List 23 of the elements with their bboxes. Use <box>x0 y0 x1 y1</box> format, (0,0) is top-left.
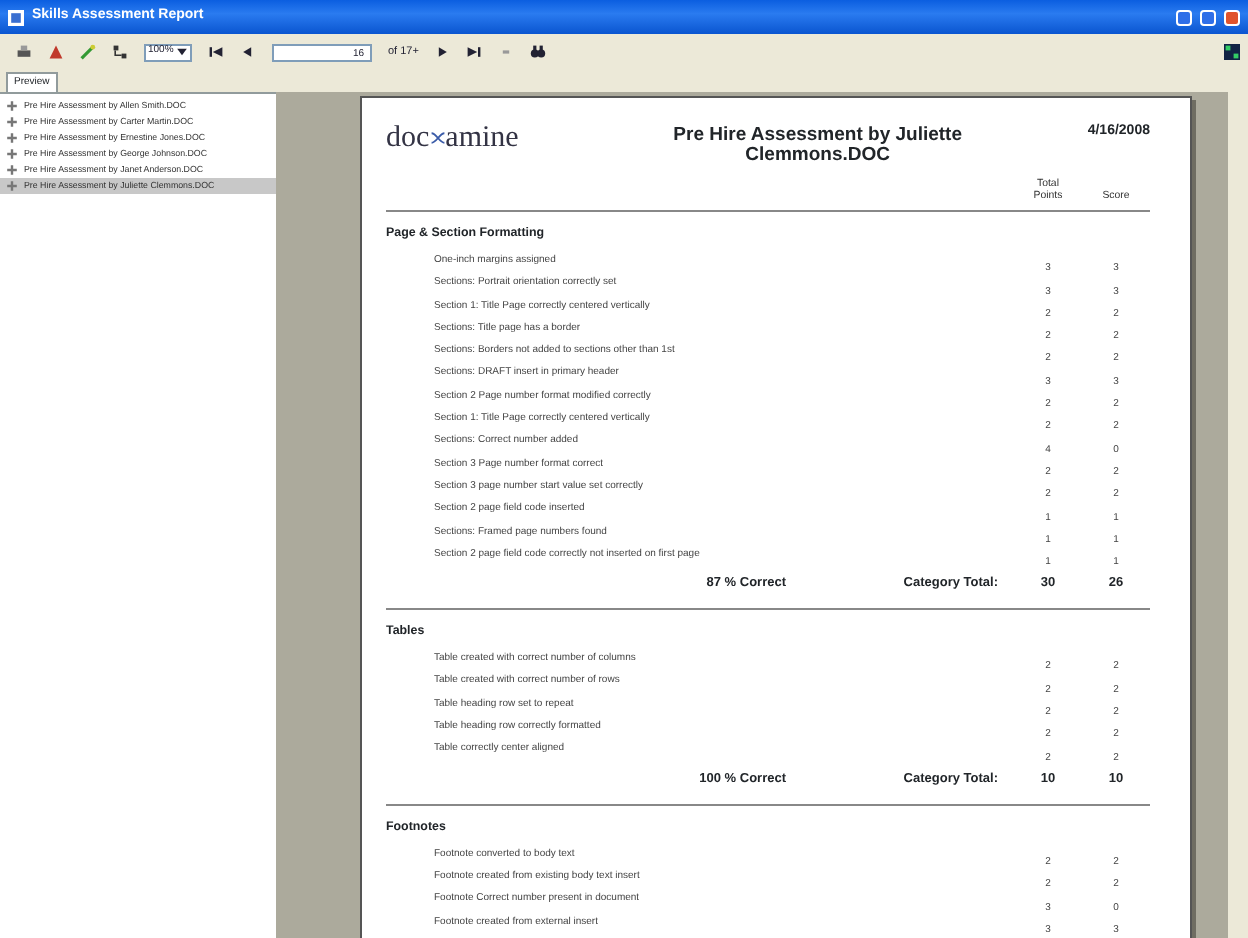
grid-icon[interactable] <box>1224 44 1240 60</box>
minimize-button[interactable] <box>1176 9 1192 25</box>
next-page-icon[interactable] <box>434 44 451 60</box>
report-title: Pre Hire Assessment by Juliette Clemmons.DOC <box>671 126 964 166</box>
logo-swirl-icon <box>429 130 446 146</box>
expand-icon[interactable] <box>4 98 20 114</box>
expand-icon[interactable] <box>4 130 20 146</box>
expand-icon[interactable] <box>4 178 20 194</box>
tree-icon[interactable] <box>112 44 128 60</box>
wand-icon[interactable] <box>80 44 96 60</box>
close-button[interactable] <box>1224 9 1240 25</box>
previous-page-icon[interactable] <box>240 44 256 60</box>
app-icon <box>8 9 24 25</box>
print-icon[interactable] <box>16 44 32 60</box>
last-page-icon[interactable] <box>466 44 483 60</box>
caret-icon <box>174 44 190 60</box>
first-page-icon[interactable] <box>208 44 224 60</box>
maximize-button[interactable] <box>1200 9 1216 25</box>
binoculars-icon[interactable] <box>530 44 547 60</box>
logo: doc amine <box>386 122 519 154</box>
expand-icon[interactable] <box>4 146 20 162</box>
expand-icon[interactable] <box>4 114 20 130</box>
expand-icon[interactable] <box>4 162 20 178</box>
